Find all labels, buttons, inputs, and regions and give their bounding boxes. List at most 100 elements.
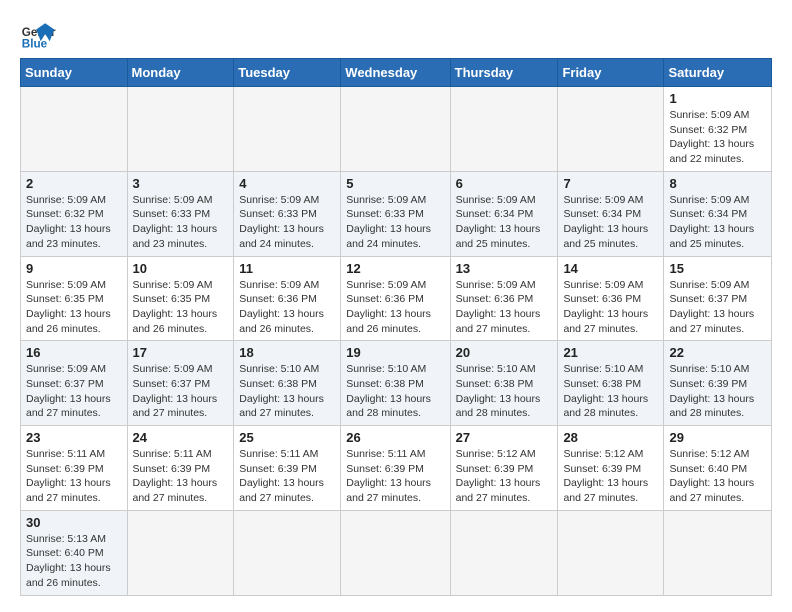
calendar-cell: 9 Sunrise: 5:09 AM Sunset: 6:35 PM Daylig… xyxy=(21,256,128,341)
day-number: 20 xyxy=(456,345,553,360)
day-info: Sunrise: 5:11 AM Sunset: 6:39 PM Dayligh… xyxy=(133,447,229,506)
day-info: Sunrise: 5:11 AM Sunset: 6:39 PM Dayligh… xyxy=(346,447,444,506)
day-number: 4 xyxy=(239,176,335,191)
weekday-header: Wednesday xyxy=(341,59,450,87)
day-info: Sunrise: 5:11 AM Sunset: 6:39 PM Dayligh… xyxy=(239,447,335,506)
day-number: 19 xyxy=(346,345,444,360)
day-number: 8 xyxy=(669,176,766,191)
day-number: 2 xyxy=(26,176,122,191)
day-info: Sunrise: 5:09 AM Sunset: 6:35 PM Dayligh… xyxy=(133,278,229,337)
logo-icon: General Blue xyxy=(20,16,56,52)
day-number: 12 xyxy=(346,261,444,276)
day-info: Sunrise: 5:10 AM Sunset: 6:38 PM Dayligh… xyxy=(239,362,335,421)
calendar-cell xyxy=(234,510,341,595)
calendar-cell: 27 Sunrise: 5:12 AM Sunset: 6:39 PM Dayli… xyxy=(450,426,558,511)
calendar-cell: 10 Sunrise: 5:09 AM Sunset: 6:35 PM Dayli… xyxy=(127,256,234,341)
calendar-cell xyxy=(234,87,341,172)
weekday-header: Saturday xyxy=(664,59,772,87)
day-info: Sunrise: 5:10 AM Sunset: 6:38 PM Dayligh… xyxy=(456,362,553,421)
day-info: Sunrise: 5:10 AM Sunset: 6:38 PM Dayligh… xyxy=(346,362,444,421)
day-number: 10 xyxy=(133,261,229,276)
calendar-cell xyxy=(341,510,450,595)
calendar-cell: 24 Sunrise: 5:11 AM Sunset: 6:39 PM Dayli… xyxy=(127,426,234,511)
day-info: Sunrise: 5:09 AM Sunset: 6:34 PM Dayligh… xyxy=(563,193,658,252)
calendar-cell: 16 Sunrise: 5:09 AM Sunset: 6:37 PM Dayli… xyxy=(21,341,128,426)
weekday-header: Tuesday xyxy=(234,59,341,87)
calendar-cell: 26 Sunrise: 5:11 AM Sunset: 6:39 PM Dayli… xyxy=(341,426,450,511)
day-info: Sunrise: 5:09 AM Sunset: 6:37 PM Dayligh… xyxy=(133,362,229,421)
calendar-cell xyxy=(127,87,234,172)
calendar-cell: 19 Sunrise: 5:10 AM Sunset: 6:38 PM Dayli… xyxy=(341,341,450,426)
calendar-cell: 8 Sunrise: 5:09 AM Sunset: 6:34 PM Daylig… xyxy=(664,171,772,256)
day-info: Sunrise: 5:09 AM Sunset: 6:34 PM Dayligh… xyxy=(669,193,766,252)
day-number: 22 xyxy=(669,345,766,360)
day-number: 24 xyxy=(133,430,229,445)
calendar-cell xyxy=(450,510,558,595)
day-info: Sunrise: 5:11 AM Sunset: 6:39 PM Dayligh… xyxy=(26,447,122,506)
calendar-cell: 18 Sunrise: 5:10 AM Sunset: 6:38 PM Dayli… xyxy=(234,341,341,426)
day-number: 1 xyxy=(669,91,766,106)
day-number: 7 xyxy=(563,176,658,191)
calendar-cell: 30Sunrise: 5:13 AM Sunset: 6:40 PM Dayli… xyxy=(21,510,128,595)
calendar-cell: 6Sunrise: 5:09 AM Sunset: 6:34 PM Daylig… xyxy=(450,171,558,256)
day-info: Sunrise: 5:09 AM Sunset: 6:33 PM Dayligh… xyxy=(133,193,229,252)
day-number: 26 xyxy=(346,430,444,445)
day-number: 18 xyxy=(239,345,335,360)
day-number: 29 xyxy=(669,430,766,445)
calendar-cell: 14 Sunrise: 5:09 AM Sunset: 6:36 PM Dayli… xyxy=(558,256,664,341)
calendar-cell xyxy=(558,510,664,595)
day-info: Sunrise: 5:10 AM Sunset: 6:38 PM Dayligh… xyxy=(563,362,658,421)
day-number: 9 xyxy=(26,261,122,276)
day-number: 30 xyxy=(26,515,122,530)
logo: General Blue xyxy=(20,16,56,52)
calendar-cell: 28 Sunrise: 5:12 AM Sunset: 6:39 PM Dayli… xyxy=(558,426,664,511)
day-info: Sunrise: 5:09 AM Sunset: 6:37 PM Dayligh… xyxy=(26,362,122,421)
day-info: Sunrise: 5:09 AM Sunset: 6:36 PM Dayligh… xyxy=(456,278,553,337)
calendar-week-row: 2 Sunrise: 5:09 AM Sunset: 6:32 PM Daylig… xyxy=(21,171,772,256)
calendar-cell xyxy=(664,510,772,595)
calendar-cell: 25Sunrise: 5:11 AM Sunset: 6:39 PM Dayli… xyxy=(234,426,341,511)
day-number: 16 xyxy=(26,345,122,360)
day-number: 13 xyxy=(456,261,553,276)
calendar-week-row: 23Sunrise: 5:11 AM Sunset: 6:39 PM Dayli… xyxy=(21,426,772,511)
calendar-cell: 1 Sunrise: 5:09 AM Sunset: 6:32 PM Daylig… xyxy=(664,87,772,172)
day-number: 3 xyxy=(133,176,229,191)
calendar-cell xyxy=(127,510,234,595)
day-number: 21 xyxy=(563,345,658,360)
calendar-cell: 5Sunrise: 5:09 AM Sunset: 6:33 PM Daylig… xyxy=(341,171,450,256)
day-info: Sunrise: 5:09 AM Sunset: 6:32 PM Dayligh… xyxy=(669,108,766,167)
calendar-cell: 22Sunrise: 5:10 AM Sunset: 6:39 PM Dayli… xyxy=(664,341,772,426)
day-number: 28 xyxy=(563,430,658,445)
calendar-cell: 7 Sunrise: 5:09 AM Sunset: 6:34 PM Daylig… xyxy=(558,171,664,256)
calendar-cell: 13 Sunrise: 5:09 AM Sunset: 6:36 PM Dayli… xyxy=(450,256,558,341)
calendar-week-row: 30Sunrise: 5:13 AM Sunset: 6:40 PM Dayli… xyxy=(21,510,772,595)
weekday-header-row: SundayMondayTuesdayWednesdayThursdayFrid… xyxy=(21,59,772,87)
day-info: Sunrise: 5:09 AM Sunset: 6:32 PM Dayligh… xyxy=(26,193,122,252)
day-info: Sunrise: 5:12 AM Sunset: 6:39 PM Dayligh… xyxy=(456,447,553,506)
day-info: Sunrise: 5:09 AM Sunset: 6:37 PM Dayligh… xyxy=(669,278,766,337)
calendar-cell xyxy=(341,87,450,172)
calendar-week-row: 1 Sunrise: 5:09 AM Sunset: 6:32 PM Daylig… xyxy=(21,87,772,172)
calendar-week-row: 16 Sunrise: 5:09 AM Sunset: 6:37 PM Dayli… xyxy=(21,341,772,426)
calendar-cell xyxy=(450,87,558,172)
day-number: 15 xyxy=(669,261,766,276)
day-number: 14 xyxy=(563,261,658,276)
calendar-cell: 17 Sunrise: 5:09 AM Sunset: 6:37 PM Dayli… xyxy=(127,341,234,426)
day-number: 27 xyxy=(456,430,553,445)
day-number: 11 xyxy=(239,261,335,276)
calendar-week-row: 9 Sunrise: 5:09 AM Sunset: 6:35 PM Daylig… xyxy=(21,256,772,341)
weekday-header: Monday xyxy=(127,59,234,87)
day-info: Sunrise: 5:12 AM Sunset: 6:39 PM Dayligh… xyxy=(563,447,658,506)
calendar-cell: 20 Sunrise: 5:10 AM Sunset: 6:38 PM Dayli… xyxy=(450,341,558,426)
calendar-table: SundayMondayTuesdayWednesdayThursdayFrid… xyxy=(20,58,772,596)
svg-text:Blue: Blue xyxy=(22,38,48,51)
day-info: Sunrise: 5:09 AM Sunset: 6:36 PM Dayligh… xyxy=(563,278,658,337)
calendar-cell: 2 Sunrise: 5:09 AM Sunset: 6:32 PM Daylig… xyxy=(21,171,128,256)
day-number: 6 xyxy=(456,176,553,191)
weekday-header: Sunday xyxy=(21,59,128,87)
day-info: Sunrise: 5:12 AM Sunset: 6:40 PM Dayligh… xyxy=(669,447,766,506)
calendar-cell: 12Sunrise: 5:09 AM Sunset: 6:36 PM Dayli… xyxy=(341,256,450,341)
calendar-cell: 15 Sunrise: 5:09 AM Sunset: 6:37 PM Dayli… xyxy=(664,256,772,341)
day-info: Sunrise: 5:09 AM Sunset: 6:35 PM Dayligh… xyxy=(26,278,122,337)
day-number: 17 xyxy=(133,345,229,360)
